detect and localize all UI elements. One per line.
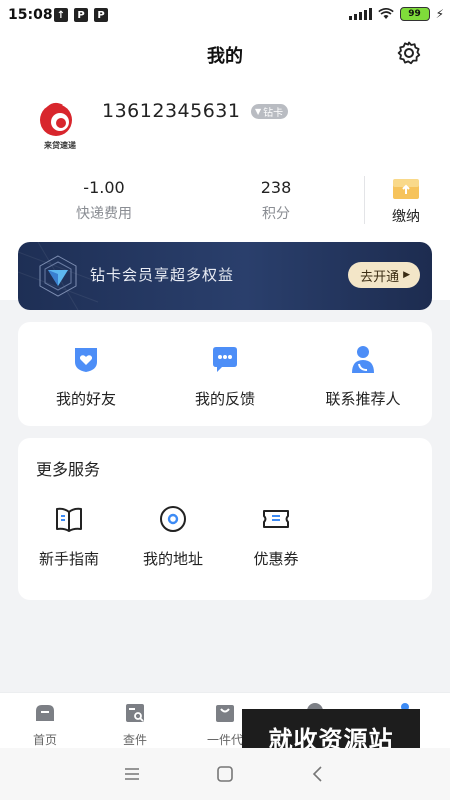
stat-label: 积分: [262, 206, 290, 222]
service-label: 优惠券: [253, 550, 299, 568]
service-my-address[interactable]: 我的地址: [133, 504, 213, 569]
avatar-caption: 来贷速递: [44, 141, 76, 150]
vip-banner-text: 钻卡会员享超多权益: [90, 266, 235, 284]
wifi-icon: [377, 8, 394, 19]
quick-action-label: 我的反馈: [194, 390, 255, 408]
quick-action-friends[interactable]: 我的好友: [36, 344, 136, 409]
open-vip-label: 去开通: [360, 269, 400, 285]
status-bar: 15:08 ↑ P P 99 ⚡: [0, 0, 450, 32]
tab-label: 查件: [122, 733, 147, 747]
chevron-right-icon: ▶: [403, 270, 410, 280]
stat-label: 快递费用: [76, 206, 132, 222]
p-app-icon: P: [94, 8, 108, 22]
signal-icon: [348, 8, 372, 20]
open-vip-button[interactable]: 去开通 ▶: [348, 262, 420, 288]
diamond-crest-icon: [39, 255, 77, 297]
badge-arrow-icon: ▼: [255, 107, 262, 116]
service-label: 我的地址: [142, 550, 203, 568]
tier-badge-label: 钻卡: [263, 108, 284, 119]
user-phone: 13612345631: [102, 100, 241, 122]
notification-icons: ↑ P P: [54, 8, 108, 22]
more-services-card: 更多服务 新手指南 我的地址 优惠券: [18, 438, 432, 600]
track-search-icon: [126, 704, 144, 722]
p-app-icon: P: [74, 8, 88, 22]
service-beginner-guide[interactable]: 新手指南: [30, 504, 108, 569]
bag-icon: [216, 705, 234, 722]
wallet-icon[interactable]: [392, 178, 420, 200]
stat-value: 238: [260, 178, 292, 197]
quick-action-label: 我的好友: [55, 390, 116, 408]
system-status-icons: 99 ⚡: [348, 7, 444, 21]
location-icon: [160, 506, 186, 532]
tab-track[interactable]: 查件: [90, 693, 180, 748]
tab-label: 首页: [32, 733, 57, 747]
stat-value: -1.00: [83, 178, 125, 197]
section-title: 更多服务: [36, 460, 101, 479]
divider: [364, 176, 365, 224]
quick-action-feedback[interactable]: 我的反馈: [175, 344, 275, 409]
pay-button-label[interactable]: 缴纳: [380, 206, 432, 226]
stat-shipping-fee[interactable]: -1.00 快递费用: [50, 178, 158, 223]
tab-home[interactable]: 首页: [0, 693, 90, 748]
status-time: 15:08: [8, 7, 53, 23]
charging-icon: ⚡: [435, 7, 444, 21]
book-icon: [56, 507, 82, 532]
quick-action-contact-referrer[interactable]: 联系推荐人: [308, 344, 418, 409]
quick-actions-card: 我的好友 我的反馈 联系推荐人: [18, 322, 432, 426]
home-square-icon[interactable]: [215, 764, 235, 784]
service-label: 新手指南: [38, 550, 99, 568]
heart-shield-icon: [75, 348, 97, 372]
home-icon: [36, 705, 54, 721]
page-title: 我的: [207, 46, 243, 67]
stat-points[interactable]: 238 积分: [236, 178, 316, 223]
vip-banner[interactable]: 钻卡会员享超多权益 去开通 ▶: [18, 242, 432, 310]
coupon-icon: [263, 510, 289, 528]
tier-badge[interactable]: ▼ 钻卡: [251, 104, 289, 119]
upload-icon: ↑: [54, 8, 68, 22]
service-coupons[interactable]: 优惠券: [240, 504, 312, 569]
back-icon[interactable]: [308, 764, 328, 784]
system-navigation-bar: [0, 748, 450, 800]
battery-icon: 99: [399, 7, 430, 21]
chat-bubble-icon: [213, 347, 237, 372]
menu-icon[interactable]: [122, 764, 142, 784]
contact-person-icon: [352, 346, 374, 373]
quick-action-label: 联系推荐人: [325, 390, 401, 408]
settings-gear-icon[interactable]: [396, 40, 422, 66]
